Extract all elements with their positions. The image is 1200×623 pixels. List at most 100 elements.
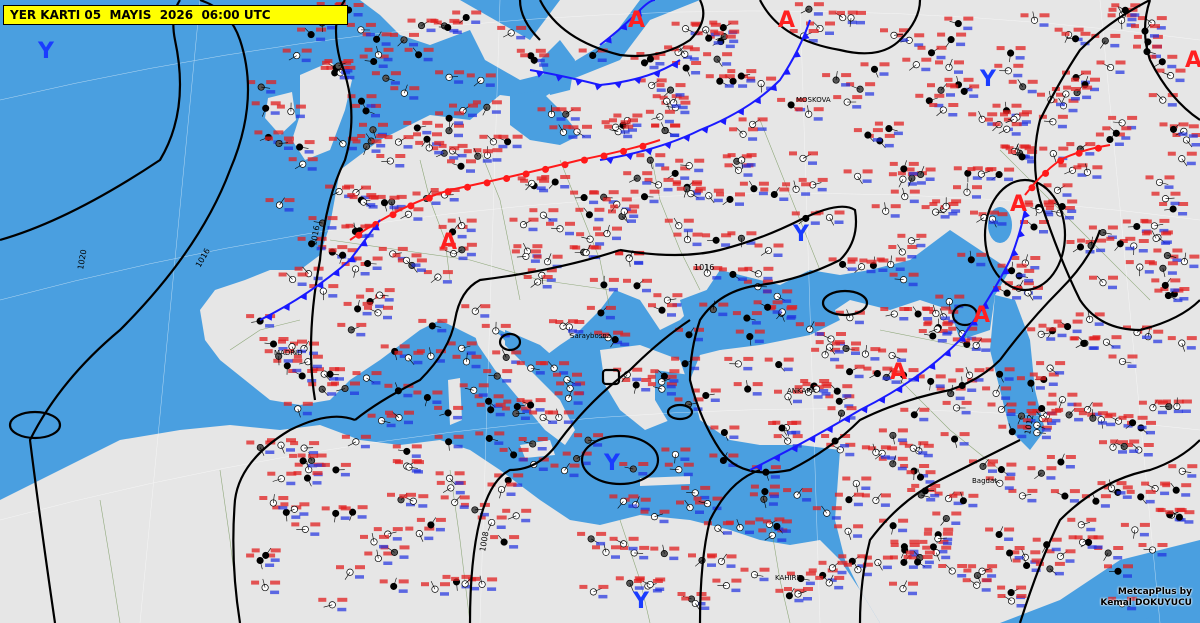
tendency-mark [813, 395, 823, 399]
pressure-mark [700, 596, 711, 601]
pressure-mark [722, 52, 733, 57]
station-marker [619, 497, 627, 505]
tendency-mark [951, 521, 961, 525]
temperature-mark [492, 350, 501, 355]
pressure-mark [1187, 464, 1198, 469]
temperature-mark [352, 103, 360, 108]
temperature-mark [1020, 13, 1029, 18]
temperature-mark [709, 453, 718, 458]
pressure-mark [270, 101, 281, 106]
tendency-mark [605, 315, 615, 320]
pressure-mark [539, 53, 550, 58]
tendency-mark [830, 357, 840, 362]
tendency-mark [938, 549, 948, 554]
tendency-mark [457, 234, 467, 239]
temperature-mark [880, 28, 888, 33]
warm-front-semicircle [1028, 184, 1036, 192]
station-marker [1053, 186, 1062, 194]
temperature-mark [385, 410, 393, 415]
temperature-mark [604, 124, 613, 129]
tendency-mark [745, 530, 754, 535]
tendency-mark [537, 447, 547, 451]
pressure-mark [361, 185, 371, 190]
tendency-mark [865, 92, 875, 96]
tendency-mark [307, 167, 317, 171]
tendency-mark [1011, 132, 1021, 136]
warm-front-semicircle [389, 211, 397, 219]
station-marker [854, 566, 862, 574]
temperature-mark [364, 551, 373, 556]
tendency-mark [1186, 161, 1196, 166]
station-marker [978, 115, 986, 123]
pressure-mark [700, 485, 711, 490]
temperature-mark [1168, 464, 1177, 469]
tendency-mark [1006, 412, 1016, 416]
station-marker [277, 475, 285, 483]
temperature-mark [390, 32, 398, 37]
temperature-mark [265, 198, 274, 203]
tendency-mark [327, 26, 337, 30]
tendency-mark [669, 379, 679, 383]
tendency-mark [1187, 474, 1197, 478]
temperature-mark [1159, 202, 1168, 206]
tendency-mark [853, 534, 863, 538]
pressure-mark [713, 188, 724, 193]
pressure-mark [1152, 44, 1162, 49]
temperature-mark [392, 253, 401, 258]
high-center-volga: A [1010, 192, 1027, 217]
pressure-mark [1127, 354, 1138, 359]
temperature-mark [373, 527, 382, 532]
tendency-mark [266, 90, 276, 94]
temperature-mark [918, 329, 927, 333]
pressure-mark [1174, 507, 1185, 512]
tendency-mark [1004, 177, 1014, 182]
tendency-mark [1122, 495, 1132, 499]
temperature-mark [1140, 218, 1149, 223]
pressure-mark [449, 146, 460, 151]
station-marker [1037, 469, 1045, 477]
station-marker [357, 97, 366, 105]
temperature-mark [718, 267, 727, 272]
pressure-mark [968, 493, 979, 498]
pressure-mark [1146, 420, 1156, 425]
tendency-mark [1033, 295, 1042, 300]
pressure-mark [743, 356, 754, 361]
station-marker [362, 142, 371, 150]
tendency-mark [360, 272, 370, 276]
temperature-mark [911, 483, 920, 488]
temperature-mark [921, 205, 930, 210]
pressure-mark [1031, 558, 1042, 563]
tendency-mark [683, 228, 693, 233]
tendency-mark [518, 457, 528, 462]
temperature-mark [518, 437, 527, 441]
temperature-mark [610, 204, 619, 209]
pressure-mark [1143, 443, 1154, 447]
tendency-mark [1001, 396, 1011, 400]
station-marker [602, 548, 610, 556]
tendency-mark [663, 187, 673, 192]
temperature-mark [434, 405, 443, 410]
temperature-mark [739, 181, 748, 186]
temperature-mark [579, 584, 588, 589]
temperature-mark [575, 207, 584, 212]
temperature-mark [671, 21, 680, 26]
tendency-mark [878, 268, 888, 272]
pressure-mark [718, 302, 729, 307]
tendency-mark [404, 420, 413, 425]
pressure-mark [898, 518, 909, 523]
tendency-mark [411, 454, 421, 458]
tendency-mark [909, 199, 919, 204]
temperature-mark [615, 576, 624, 581]
temperature-mark [1092, 335, 1101, 340]
pressure-mark [565, 221, 575, 226]
temperature-mark [447, 218, 456, 223]
temperature-mark [278, 339, 286, 344]
temperature-mark [384, 383, 393, 388]
pressure-mark [270, 548, 281, 553]
pressure-mark [746, 231, 757, 236]
pressure-mark [956, 32, 967, 37]
tendency-mark [556, 117, 566, 121]
temperature-mark [308, 216, 317, 221]
station-marker [646, 580, 654, 589]
temperature-mark [953, 166, 962, 171]
